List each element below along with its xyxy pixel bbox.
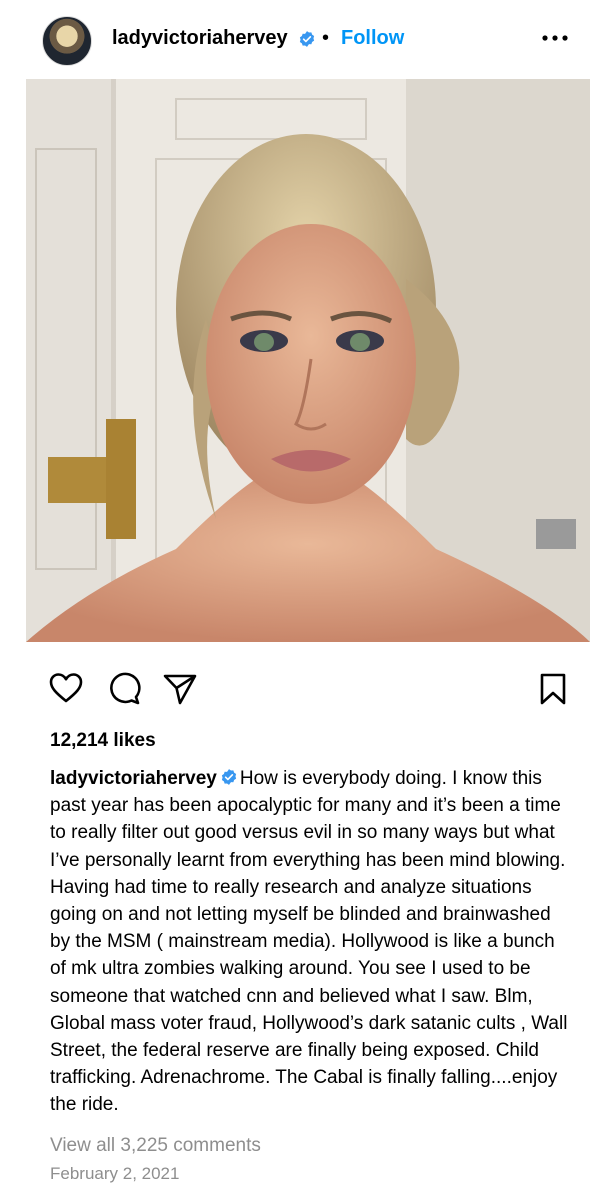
- more-horizontal-icon[interactable]: [540, 28, 570, 48]
- action-bar: [0, 660, 595, 712]
- post-photo: [26, 79, 590, 642]
- verified-badge-icon: [299, 31, 315, 47]
- verified-badge-icon: [221, 769, 236, 785]
- send-icon[interactable]: [162, 672, 198, 706]
- portrait-image: [26, 79, 590, 642]
- post-date: February 2, 2021: [50, 1164, 180, 1183]
- caption-text: How is everybody doing. I know this past…: [50, 768, 568, 1116]
- post-caption: ladyvictoriahervey How is everybody doing…: [50, 765, 570, 1119]
- separator-dot: •: [322, 27, 330, 49]
- username-link[interactable]: ladyvictoriahervey: [112, 26, 288, 50]
- post-header: ladyvictoriahervey • Follow: [0, 0, 595, 78]
- bookmark-icon[interactable]: [538, 672, 568, 706]
- likes-count[interactable]: 12,214 likes: [50, 729, 156, 753]
- caption-username[interactable]: ladyvictoriahervey: [50, 768, 217, 789]
- comment-icon[interactable]: [106, 672, 142, 706]
- heart-icon[interactable]: [48, 672, 84, 704]
- view-comments-link[interactable]: View all 3,225 comments: [50, 1134, 261, 1158]
- follow-button[interactable]: Follow: [341, 26, 404, 50]
- avatar[interactable]: [42, 16, 92, 66]
